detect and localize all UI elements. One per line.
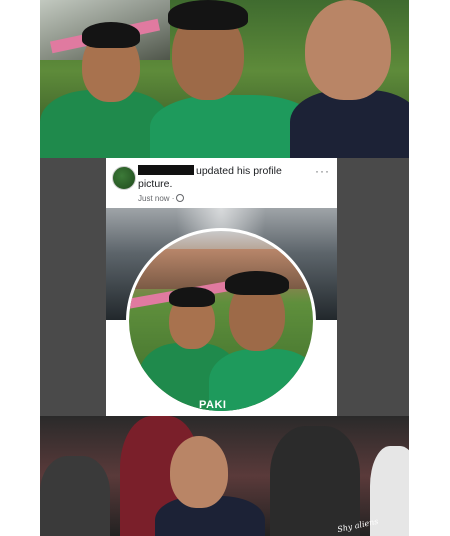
globe-icon <box>176 194 185 202</box>
more-options-icon[interactable]: ··· <box>315 164 330 178</box>
profile-left-hair <box>169 287 215 307</box>
post-author-line: updated his profile picture. <box>138 165 318 191</box>
redacted-name-bar <box>138 165 194 175</box>
facebook-post-card: updated his profile picture. Just now · … <box>106 158 337 416</box>
center-person-face <box>170 436 228 508</box>
dark-background-band: updated his profile picture. Just now · … <box>40 158 409 416</box>
timestamp-text: Just now <box>138 194 170 203</box>
post-timestamp[interactable]: Just now · <box>138 194 185 203</box>
bottom-crowd-photo: Shy aliens <box>40 416 409 536</box>
crowd-right-person <box>270 426 360 536</box>
person-right-face <box>305 0 391 100</box>
person-left-hair <box>82 22 140 48</box>
person-right-jacket <box>290 90 409 158</box>
top-selfie-photo <box>40 0 409 158</box>
meme-collage: updated his profile picture. Just now · … <box>40 0 409 536</box>
profile-picture[interactable]: PAKI <box>126 228 316 414</box>
profile-right-hair <box>225 271 289 295</box>
person-center-hair <box>168 0 248 30</box>
crowd-left-person <box>40 456 110 536</box>
post-header: updated his profile picture. Just now · … <box>112 164 332 204</box>
avatar[interactable] <box>112 166 136 190</box>
shirt-lettering: PAKI <box>199 399 227 411</box>
